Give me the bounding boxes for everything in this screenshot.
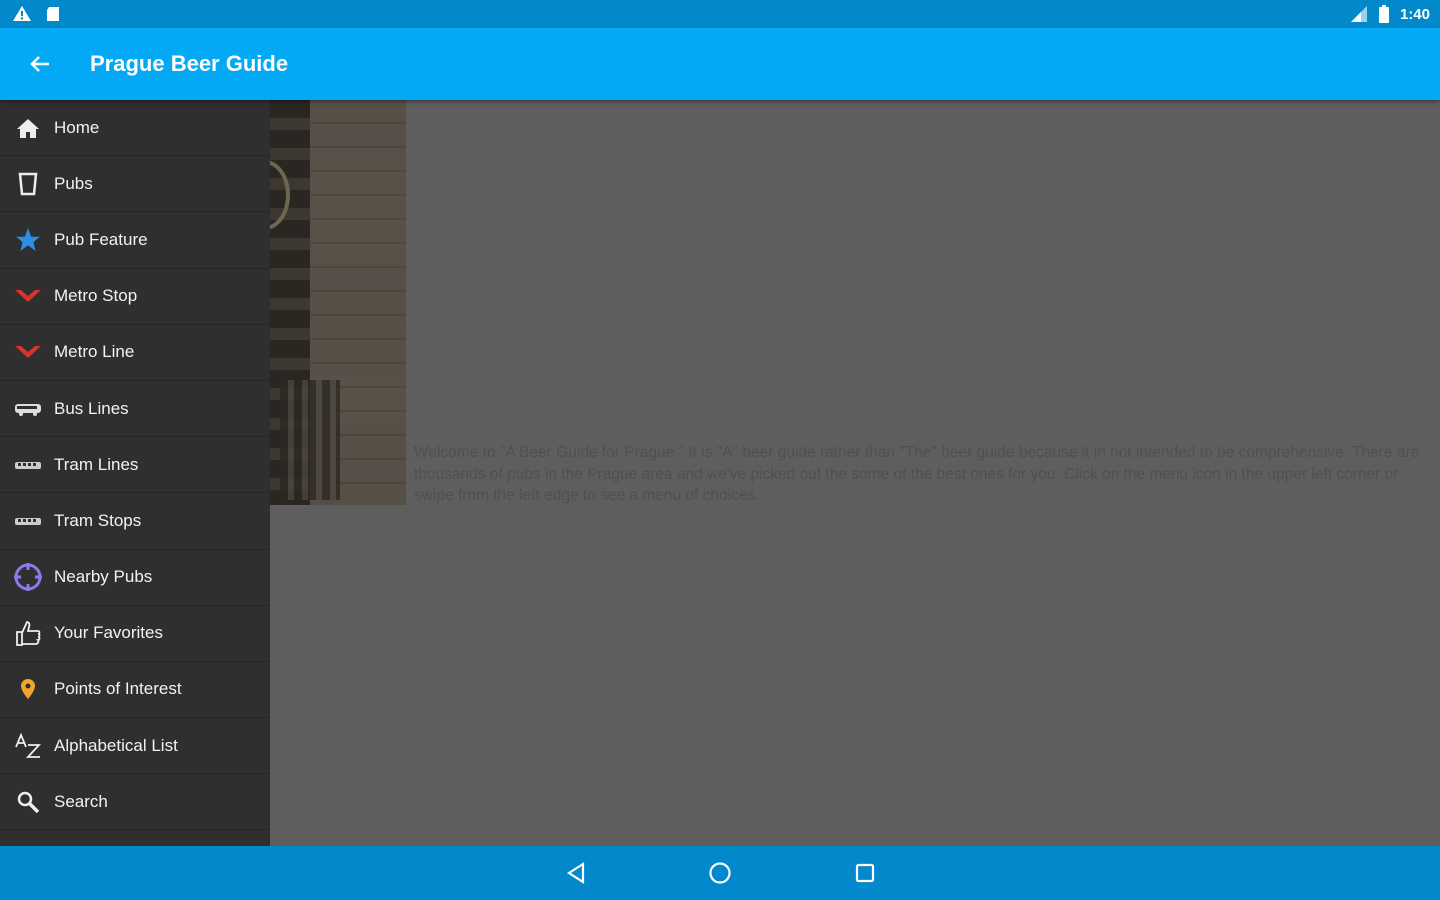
search-icon xyxy=(17,791,40,814)
drawer-item-home[interactable]: Home xyxy=(0,100,270,157)
drawer-item-metro-stop[interactable]: Metro Stop xyxy=(0,269,270,325)
drawer-item-label: Points of Interest xyxy=(54,679,182,699)
a-to-z-icon xyxy=(15,732,42,758)
bus-icon xyxy=(15,403,41,416)
back-triangle-icon xyxy=(566,862,585,884)
app-bar: Prague Beer Guide xyxy=(0,28,1440,100)
drawer-item-label: Tram Stops xyxy=(54,510,142,530)
nav-back-button[interactable] xyxy=(562,859,590,887)
tram-icon xyxy=(15,461,41,469)
status-bar: 1:40 xyxy=(0,0,1440,28)
thumbs-up-icon xyxy=(16,621,41,647)
drawer-item-label: Alphabetical List xyxy=(54,735,178,755)
home-circle-icon xyxy=(709,862,731,884)
metro-line-icon xyxy=(15,346,41,359)
battery-icon xyxy=(1378,5,1389,23)
drawer-item-label: Bus Lines xyxy=(54,398,129,418)
drawer-item-label: Nearby Pubs xyxy=(54,567,153,587)
signal-icon xyxy=(1350,6,1367,22)
drawer-item-search[interactable]: Search xyxy=(0,774,270,831)
drawer-item-label: Tram Lines xyxy=(54,454,139,474)
home-icon xyxy=(17,118,39,138)
drawer-item-tram-lines[interactable]: Tram Lines xyxy=(0,437,270,494)
drawer-item-bus-lines[interactable]: Bus Lines xyxy=(0,381,270,438)
drawer-item-pub-feature[interactable]: Pub Feature xyxy=(0,212,270,269)
page-title: Prague Beer Guide xyxy=(90,51,289,76)
drawer-item-label: Search xyxy=(54,791,108,811)
drawer-item-label: Pubs xyxy=(54,173,93,193)
drawer-item-label: Home xyxy=(54,117,100,137)
welcome-text: Welcome to "A Beer Guide for Prague." It… xyxy=(414,444,1420,504)
drawer-item-points-of-interest[interactable]: Points of Interest xyxy=(0,662,270,719)
navigation-drawer: Home Pubs Pub Feature Metro Stop Metro L… xyxy=(0,100,270,846)
crosshair-icon xyxy=(14,563,42,592)
arrow-left-icon xyxy=(30,56,49,72)
recents-square-icon xyxy=(855,863,875,883)
system-nav-bar xyxy=(0,846,1440,900)
sd-card-icon xyxy=(47,6,59,21)
beer-glass-icon xyxy=(18,172,38,196)
warning-icon xyxy=(13,6,31,21)
metro-stop-icon xyxy=(15,290,41,303)
nav-home-button[interactable] xyxy=(706,859,734,887)
drawer-item-label: Your Favorites xyxy=(54,623,163,643)
drawer-item-label: Metro Line xyxy=(54,342,135,362)
drawer-item-your-favorites[interactable]: Your Favorites xyxy=(0,606,270,662)
back-button[interactable] xyxy=(20,44,60,84)
drawer-item-tram-stops[interactable]: Tram Stops xyxy=(0,493,270,550)
map-pin-icon xyxy=(21,679,35,700)
status-time: 1:40 xyxy=(1399,5,1430,23)
tram-stop-icon xyxy=(15,517,41,525)
drawer-item-label: Metro Stop xyxy=(54,286,138,306)
drawer-item-nearby-pubs[interactable]: Nearby Pubs xyxy=(0,550,270,606)
nav-recents-button[interactable] xyxy=(851,859,879,887)
drawer-item-alphabetical-list[interactable]: Alphabetical List xyxy=(0,718,270,775)
prague-clock-image xyxy=(270,100,406,505)
main-content: Welcome to "A Beer Guide for Prague." It… xyxy=(270,100,1440,846)
drawer-item-pubs[interactable]: Pubs xyxy=(0,156,270,213)
drawer-item-metro-line[interactable]: Metro Line xyxy=(0,325,270,381)
star-icon xyxy=(16,228,40,251)
drawer-item-label: Pub Feature xyxy=(54,229,148,249)
